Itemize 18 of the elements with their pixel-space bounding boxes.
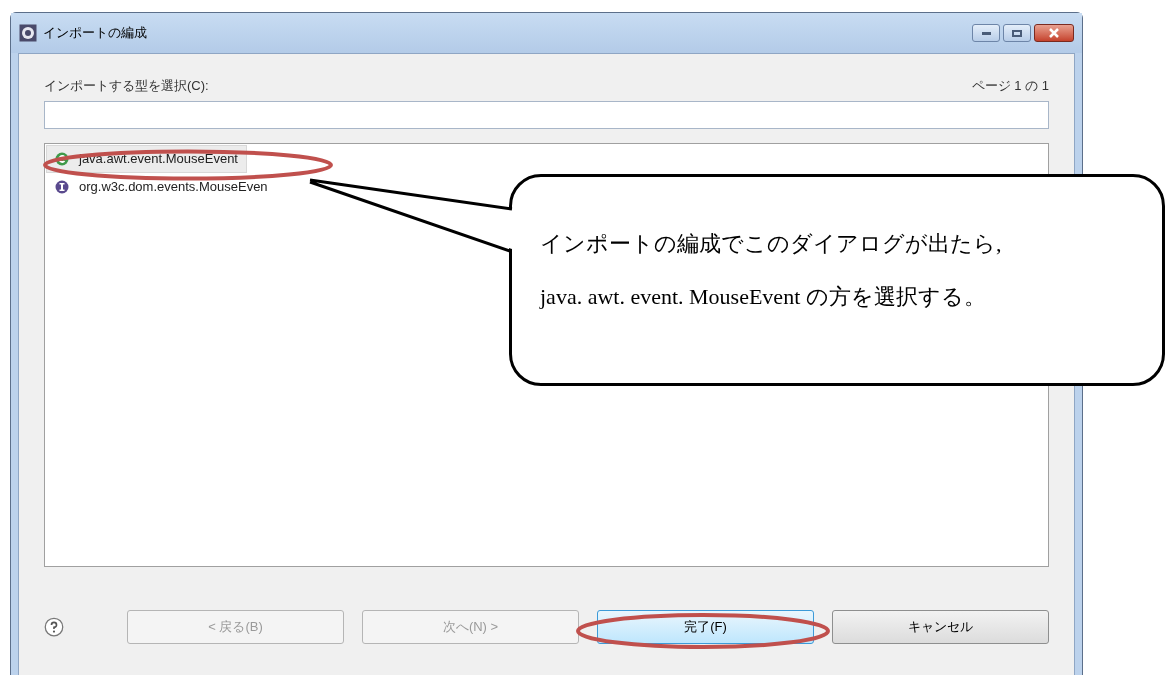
gear-icon bbox=[19, 24, 37, 42]
maximize-icon bbox=[1012, 29, 1022, 37]
minimize-button[interactable] bbox=[972, 24, 1000, 42]
type-list-item[interactable]: org.w3c.dom.events.MouseEven bbox=[46, 173, 277, 201]
maximize-button[interactable] bbox=[1003, 24, 1031, 42]
help-icon[interactable] bbox=[44, 615, 64, 639]
window-title: インポートの編成 bbox=[43, 24, 147, 43]
prompt-label: インポートする型を選択(C): bbox=[44, 77, 209, 96]
interface-icon bbox=[55, 180, 69, 194]
close-icon bbox=[1048, 28, 1060, 38]
page-indicator: ページ 1 の 1 bbox=[971, 77, 1049, 96]
dialog-button[interactable]: キャンセル bbox=[832, 610, 1049, 644]
class-icon bbox=[55, 152, 69, 166]
minimize-icon bbox=[981, 31, 991, 35]
filter-field[interactable] bbox=[44, 101, 1049, 129]
callout-text: java. awt. event. MouseEvent の方を選択する。 bbox=[540, 283, 987, 311]
close-button[interactable] bbox=[1034, 24, 1074, 42]
callout-text: インポートの編成でこのダイアログが出たら, bbox=[540, 230, 1003, 258]
